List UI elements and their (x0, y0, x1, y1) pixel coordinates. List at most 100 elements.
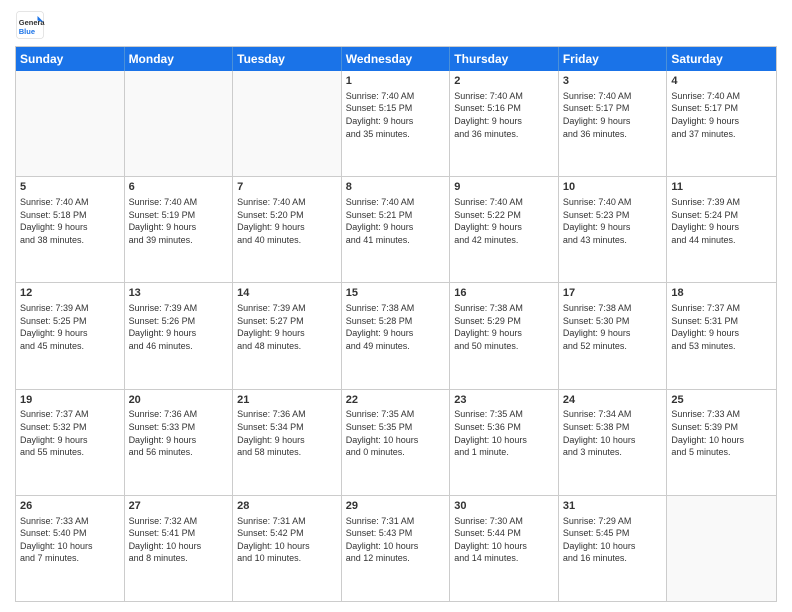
calendar-cell: 21Sunrise: 7:36 AM Sunset: 5:34 PM Dayli… (233, 390, 342, 495)
day-number: 6 (129, 180, 229, 195)
calendar-row: 26Sunrise: 7:33 AM Sunset: 5:40 PM Dayli… (16, 496, 776, 601)
svg-text:Blue: Blue (19, 27, 35, 36)
calendar-row: 12Sunrise: 7:39 AM Sunset: 5:25 PM Dayli… (16, 283, 776, 389)
calendar-row: 5Sunrise: 7:40 AM Sunset: 5:18 PM Daylig… (16, 177, 776, 283)
day-number: 17 (563, 286, 663, 301)
calendar-cell: 23Sunrise: 7:35 AM Sunset: 5:36 PM Dayli… (450, 390, 559, 495)
day-info: Sunrise: 7:40 AM Sunset: 5:19 PM Dayligh… (129, 196, 229, 246)
calendar-cell: 12Sunrise: 7:39 AM Sunset: 5:25 PM Dayli… (16, 283, 125, 388)
day-info: Sunrise: 7:29 AM Sunset: 5:45 PM Dayligh… (563, 515, 663, 565)
calendar-cell: 6Sunrise: 7:40 AM Sunset: 5:19 PM Daylig… (125, 177, 234, 282)
day-info: Sunrise: 7:36 AM Sunset: 5:34 PM Dayligh… (237, 408, 337, 458)
day-number: 2 (454, 74, 554, 89)
day-number: 31 (563, 499, 663, 514)
day-info: Sunrise: 7:40 AM Sunset: 5:23 PM Dayligh… (563, 196, 663, 246)
calendar-cell (125, 71, 234, 176)
weekday-header: Wednesday (342, 47, 451, 71)
day-info: Sunrise: 7:40 AM Sunset: 5:16 PM Dayligh… (454, 90, 554, 140)
calendar-cell: 5Sunrise: 7:40 AM Sunset: 5:18 PM Daylig… (16, 177, 125, 282)
calendar-cell (667, 496, 776, 601)
day-number: 29 (346, 499, 446, 514)
weekday-header: Tuesday (233, 47, 342, 71)
calendar-cell: 29Sunrise: 7:31 AM Sunset: 5:43 PM Dayli… (342, 496, 451, 601)
day-info: Sunrise: 7:38 AM Sunset: 5:30 PM Dayligh… (563, 302, 663, 352)
calendar-cell: 18Sunrise: 7:37 AM Sunset: 5:31 PM Dayli… (667, 283, 776, 388)
day-info: Sunrise: 7:39 AM Sunset: 5:24 PM Dayligh… (671, 196, 772, 246)
day-number: 25 (671, 393, 772, 408)
weekday-header: Thursday (450, 47, 559, 71)
day-number: 10 (563, 180, 663, 195)
day-number: 22 (346, 393, 446, 408)
calendar-cell: 20Sunrise: 7:36 AM Sunset: 5:33 PM Dayli… (125, 390, 234, 495)
calendar-cell: 11Sunrise: 7:39 AM Sunset: 5:24 PM Dayli… (667, 177, 776, 282)
calendar-cell: 1Sunrise: 7:40 AM Sunset: 5:15 PM Daylig… (342, 71, 451, 176)
calendar: SundayMondayTuesdayWednesdayThursdayFrid… (15, 46, 777, 602)
day-number: 8 (346, 180, 446, 195)
day-info: Sunrise: 7:33 AM Sunset: 5:39 PM Dayligh… (671, 408, 772, 458)
calendar-cell: 24Sunrise: 7:34 AM Sunset: 5:38 PM Dayli… (559, 390, 668, 495)
calendar-row: 1Sunrise: 7:40 AM Sunset: 5:15 PM Daylig… (16, 71, 776, 177)
calendar-header: SundayMondayTuesdayWednesdayThursdayFrid… (16, 47, 776, 71)
day-info: Sunrise: 7:34 AM Sunset: 5:38 PM Dayligh… (563, 408, 663, 458)
calendar-cell: 25Sunrise: 7:33 AM Sunset: 5:39 PM Dayli… (667, 390, 776, 495)
day-info: Sunrise: 7:40 AM Sunset: 5:18 PM Dayligh… (20, 196, 120, 246)
day-number: 26 (20, 499, 120, 514)
day-number: 23 (454, 393, 554, 408)
calendar-cell (233, 71, 342, 176)
day-number: 4 (671, 74, 772, 89)
calendar-cell: 4Sunrise: 7:40 AM Sunset: 5:17 PM Daylig… (667, 71, 776, 176)
day-info: Sunrise: 7:39 AM Sunset: 5:27 PM Dayligh… (237, 302, 337, 352)
calendar-cell: 30Sunrise: 7:30 AM Sunset: 5:44 PM Dayli… (450, 496, 559, 601)
day-number: 24 (563, 393, 663, 408)
calendar-cell: 9Sunrise: 7:40 AM Sunset: 5:22 PM Daylig… (450, 177, 559, 282)
calendar-cell: 22Sunrise: 7:35 AM Sunset: 5:35 PM Dayli… (342, 390, 451, 495)
day-info: Sunrise: 7:40 AM Sunset: 5:17 PM Dayligh… (563, 90, 663, 140)
day-number: 12 (20, 286, 120, 301)
calendar-cell: 2Sunrise: 7:40 AM Sunset: 5:16 PM Daylig… (450, 71, 559, 176)
day-number: 16 (454, 286, 554, 301)
calendar-cell: 8Sunrise: 7:40 AM Sunset: 5:21 PM Daylig… (342, 177, 451, 282)
header: General Blue (15, 10, 777, 40)
day-number: 13 (129, 286, 229, 301)
day-info: Sunrise: 7:38 AM Sunset: 5:29 PM Dayligh… (454, 302, 554, 352)
day-info: Sunrise: 7:37 AM Sunset: 5:32 PM Dayligh… (20, 408, 120, 458)
day-info: Sunrise: 7:37 AM Sunset: 5:31 PM Dayligh… (671, 302, 772, 352)
weekday-header: Sunday (16, 47, 125, 71)
day-info: Sunrise: 7:31 AM Sunset: 5:42 PM Dayligh… (237, 515, 337, 565)
day-info: Sunrise: 7:40 AM Sunset: 5:21 PM Dayligh… (346, 196, 446, 246)
day-info: Sunrise: 7:35 AM Sunset: 5:36 PM Dayligh… (454, 408, 554, 458)
day-number: 21 (237, 393, 337, 408)
day-number: 30 (454, 499, 554, 514)
day-number: 7 (237, 180, 337, 195)
page: General Blue SundayMondayTuesdayWednesda… (0, 0, 792, 612)
day-info: Sunrise: 7:36 AM Sunset: 5:33 PM Dayligh… (129, 408, 229, 458)
calendar-cell: 26Sunrise: 7:33 AM Sunset: 5:40 PM Dayli… (16, 496, 125, 601)
day-number: 14 (237, 286, 337, 301)
day-number: 27 (129, 499, 229, 514)
calendar-cell: 3Sunrise: 7:40 AM Sunset: 5:17 PM Daylig… (559, 71, 668, 176)
day-number: 9 (454, 180, 554, 195)
calendar-cell: 10Sunrise: 7:40 AM Sunset: 5:23 PM Dayli… (559, 177, 668, 282)
day-info: Sunrise: 7:32 AM Sunset: 5:41 PM Dayligh… (129, 515, 229, 565)
day-info: Sunrise: 7:38 AM Sunset: 5:28 PM Dayligh… (346, 302, 446, 352)
day-info: Sunrise: 7:33 AM Sunset: 5:40 PM Dayligh… (20, 515, 120, 565)
day-number: 19 (20, 393, 120, 408)
calendar-body: 1Sunrise: 7:40 AM Sunset: 5:15 PM Daylig… (16, 71, 776, 601)
calendar-cell: 16Sunrise: 7:38 AM Sunset: 5:29 PM Dayli… (450, 283, 559, 388)
calendar-cell: 15Sunrise: 7:38 AM Sunset: 5:28 PM Dayli… (342, 283, 451, 388)
day-number: 20 (129, 393, 229, 408)
day-number: 18 (671, 286, 772, 301)
weekday-header: Friday (559, 47, 668, 71)
day-info: Sunrise: 7:40 AM Sunset: 5:20 PM Dayligh… (237, 196, 337, 246)
day-info: Sunrise: 7:35 AM Sunset: 5:35 PM Dayligh… (346, 408, 446, 458)
day-number: 15 (346, 286, 446, 301)
calendar-row: 19Sunrise: 7:37 AM Sunset: 5:32 PM Dayli… (16, 390, 776, 496)
day-number: 11 (671, 180, 772, 195)
calendar-cell: 27Sunrise: 7:32 AM Sunset: 5:41 PM Dayli… (125, 496, 234, 601)
day-number: 3 (563, 74, 663, 89)
day-info: Sunrise: 7:30 AM Sunset: 5:44 PM Dayligh… (454, 515, 554, 565)
calendar-cell (16, 71, 125, 176)
day-info: Sunrise: 7:39 AM Sunset: 5:26 PM Dayligh… (129, 302, 229, 352)
calendar-cell: 31Sunrise: 7:29 AM Sunset: 5:45 PM Dayli… (559, 496, 668, 601)
calendar-cell: 28Sunrise: 7:31 AM Sunset: 5:42 PM Dayli… (233, 496, 342, 601)
